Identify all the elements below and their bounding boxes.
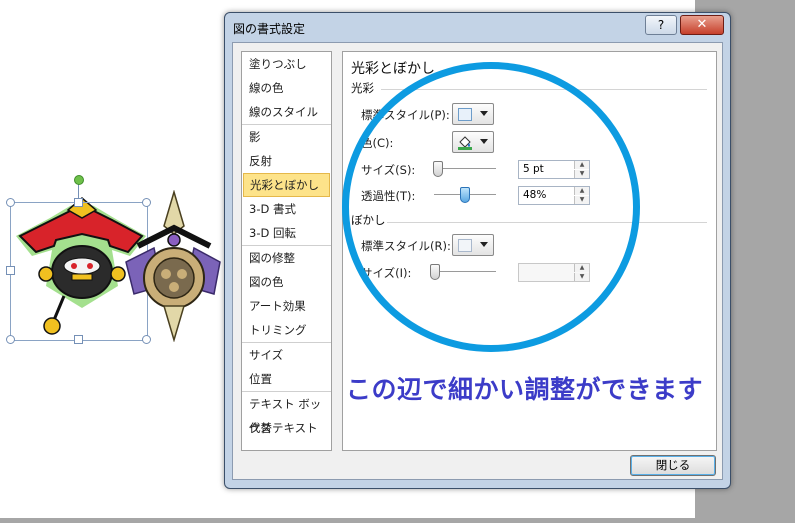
close-icon[interactable]: ✕: [680, 15, 724, 35]
category-item[interactable]: 光彩とぼかし: [243, 173, 330, 197]
category-group: 図の修整 図の色 アート効果 トリミング: [242, 246, 331, 343]
second-picture[interactable]: [118, 190, 228, 342]
category-group: 塗りつぶし 線の色 線のスタイル: [242, 52, 331, 125]
category-item[interactable]: 図の色: [242, 270, 331, 294]
resize-handle-bm[interactable]: [74, 335, 83, 344]
category-item[interactable]: 代替テキスト: [242, 416, 331, 440]
annotation-text: この辺で細かい調整ができます: [346, 375, 704, 404]
category-item[interactable]: 3-D 書式: [242, 197, 331, 221]
rotation-handle[interactable]: [74, 175, 84, 185]
resize-handle-bl[interactable]: [6, 335, 15, 344]
category-item[interactable]: 3-D 回転: [242, 221, 331, 245]
category-item[interactable]: トリミング: [242, 318, 331, 342]
category-item[interactable]: 図の修整: [242, 246, 331, 270]
category-item[interactable]: 反射: [242, 149, 331, 173]
panel-title: 光彩とぼかし: [351, 61, 435, 77]
resize-handle-tl[interactable]: [6, 198, 15, 207]
category-item[interactable]: 線のスタイル: [242, 100, 331, 124]
resize-handle-ml[interactable]: [6, 266, 15, 275]
category-list: 塗りつぶし 線の色 線のスタイル影反射 光彩とぼかし 3-D 書式 3-D 回転 図の修整図…: [241, 51, 332, 451]
resize-handle-tm[interactable]: [74, 198, 83, 207]
workspace-bottom: [0, 518, 795, 523]
glow-section-label: 光彩: [351, 81, 374, 95]
category-group: サイズ 位置: [242, 343, 331, 392]
close-button[interactable]: 閉じる: [630, 455, 716, 476]
category-item[interactable]: 塗りつぶし: [242, 52, 331, 76]
dialog-title: 図の書式設定: [233, 22, 306, 36]
category-item[interactable]: サイズ: [242, 343, 331, 367]
category-group: テキスト ボックス 代替テキスト: [242, 392, 331, 440]
category-item[interactable]: テキスト ボックス: [242, 392, 331, 435]
highlight-circle: [342, 62, 640, 352]
category-group: 影反射 光彩とぼかし 3-D 書式 3-D 回転: [242, 125, 331, 246]
dialog-titlebar[interactable]: 図の書式設定 ? ✕: [225, 13, 730, 43]
help-button[interactable]: ?: [645, 15, 677, 35]
category-item[interactable]: アート効果: [242, 294, 331, 318]
category-item[interactable]: 位置: [242, 367, 331, 391]
category-item[interactable]: 線の色: [242, 76, 331, 100]
category-item[interactable]: 影: [242, 125, 331, 149]
